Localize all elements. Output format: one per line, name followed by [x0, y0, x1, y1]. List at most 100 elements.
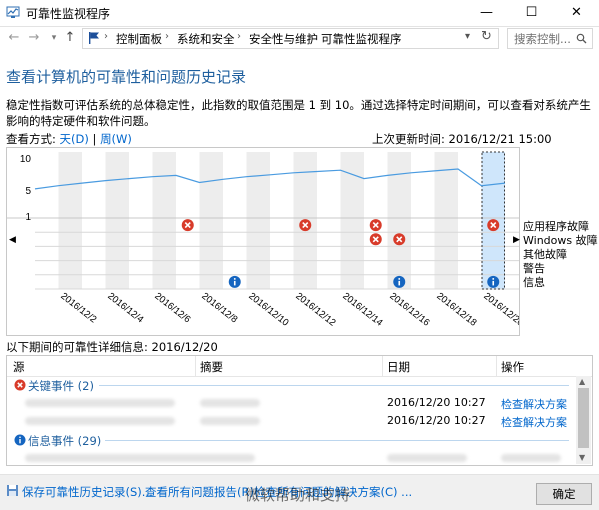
x-tick-label: 2016/12/4: [105, 291, 145, 326]
table-header: 源 摘要 日期 ^ 操作: [7, 356, 592, 377]
x-tick-label: 2016/12/2: [58, 291, 98, 326]
day-column: [199, 152, 223, 289]
x-tick-label: 2016/12/20: [481, 291, 519, 329]
day-column: [58, 152, 82, 289]
window-title: 可靠性监视程序: [26, 7, 111, 21]
breadcrumb-separator: ›: [309, 31, 313, 42]
vertical-scrollbar[interactable]: ▲ ▼: [576, 376, 591, 464]
sort-ascending-icon: ^: [435, 355, 443, 363]
details-header: 以下期间的可靠性详细信息: 2016/12/20: [6, 340, 218, 354]
up-arrow-icon[interactable]: ↑: [62, 29, 78, 47]
scroll-down-arrow-icon[interactable]: ▼: [579, 453, 585, 462]
day-column: [152, 152, 176, 289]
x-tick-label: 2016/12/14: [340, 291, 384, 329]
error-icon: [14, 379, 26, 391]
day-column: [129, 152, 153, 289]
column-summary[interactable]: 摘要: [200, 359, 223, 375]
check-solution-link[interactable]: 检查解决方案: [501, 414, 567, 430]
reliability-chart[interactable]: 10 5 1 2016/12/2 2016/12/4 2016/12/6 2016/12/8…: [6, 147, 526, 336]
info-event-icon-bar: [398, 280, 401, 286]
minimize-button[interactable]: —: [464, 0, 509, 26]
redacted-source: [25, 399, 175, 407]
row-date: 2016/12/20 10:27: [387, 396, 486, 409]
x-tick-label: 2016/12/12: [293, 291, 337, 329]
details-table: 源 摘要 日期 ^ 操作 关键事件 (2) 2016/12/20 10:27 检…: [6, 355, 593, 466]
maximize-button[interactable]: ☐: [509, 0, 554, 26]
redacted-source: [25, 454, 255, 462]
search-placeholder: 搜索控制...: [514, 32, 571, 46]
day-column: [223, 152, 247, 289]
scroll-left-arrow-icon[interactable]: ◀: [9, 235, 16, 245]
information-events-group[interactable]: 信息事件 (29): [28, 433, 101, 449]
scroll-up-arrow-icon[interactable]: ▲: [579, 377, 585, 386]
page-description: 稳定性指数可评估系统的总体稳定性，此指数的取值范围是 1 到 10。通过选择特定…: [6, 98, 591, 128]
day-column: [458, 152, 482, 289]
day-column: [434, 152, 458, 289]
title-bar: 可靠性监视程序 — ☐ ✕: [0, 0, 599, 27]
scroll-right-arrow-icon[interactable]: ▶: [513, 235, 520, 245]
reliability-monitor-icon: [6, 6, 20, 18]
watermark-text: 微软帮助和支持: [245, 486, 351, 504]
address-bar[interactable]: › 控制面板 › 系统和安全 › 安全性与维护 › 可靠性监视程序 ▾ ↻: [82, 28, 499, 49]
column-date[interactable]: 日期: [387, 359, 410, 375]
view-by-bar: 查看方式: 天(D) | 周(W): [6, 131, 132, 147]
reliability-chart-svg: 10 5 1 2016/12/2 2016/12/4 2016/12/6 2016/12/8…: [7, 151, 526, 329]
back-arrow-icon[interactable]: ←: [6, 29, 22, 47]
day-column: [82, 152, 106, 289]
day-column: [246, 152, 270, 289]
info-icon: [14, 434, 26, 446]
info-event-icon-dot: [492, 278, 495, 280]
recent-locations-chevron-icon[interactable]: ▾: [46, 29, 62, 47]
view-day-link[interactable]: 天(D): [60, 132, 89, 146]
row-date: 2016/12/20 10:27: [387, 414, 486, 427]
breadcrumb-system-security[interactable]: 系统和安全: [177, 31, 235, 47]
check-solution-link[interactable]: 检查解决方案: [501, 396, 567, 412]
view-separator: |: [92, 132, 97, 146]
close-button[interactable]: ✕: [554, 0, 599, 26]
breadcrumb-separator: ›: [104, 31, 108, 42]
page-title: 查看计算机的可靠性和问题历史记录: [6, 68, 247, 86]
x-tick-label: 2016/12/10: [246, 291, 290, 329]
redacted-date: [387, 454, 467, 462]
view-all-reports-link[interactable]: 查看所有问题报告(R): [145, 484, 254, 500]
view-week-link[interactable]: 周(W): [100, 132, 132, 146]
redacted-source: [25, 417, 175, 425]
row-label-windows-failures: Windows 故障: [523, 234, 598, 247]
x-tick-label: 2016/12/18: [434, 291, 478, 329]
last-updated: 上次更新时间: 2016/12/21 15:00: [372, 132, 552, 146]
column-divider: [496, 356, 497, 376]
address-dropdown-chevron-icon[interactable]: ▾: [465, 31, 470, 42]
refresh-icon[interactable]: ↻: [481, 29, 492, 44]
breadcrumb-reliability-monitor[interactable]: 可靠性监视程序: [321, 31, 402, 47]
column-divider: [382, 356, 383, 376]
info-event-icon-dot: [233, 278, 236, 280]
y-tick-label: 10: [20, 154, 32, 165]
save-history-link[interactable]: 保存可靠性历史记录(S)...: [22, 484, 153, 500]
column-action[interactable]: 操作: [501, 359, 524, 375]
chart-row-labels: 应用程序故障 Windows 故障 其他故障 警告 信息: [523, 220, 598, 290]
row-label-information: 信息: [523, 276, 545, 289]
group-divider: [105, 440, 569, 441]
x-tick-label: 2016/12/16: [387, 291, 431, 329]
column-source[interactable]: 源: [13, 359, 25, 375]
forward-arrow-icon[interactable]: →: [26, 29, 42, 47]
ok-button[interactable]: 确定: [536, 483, 592, 505]
search-input[interactable]: 搜索控制...: [507, 28, 593, 49]
y-tick-label: 1: [25, 212, 31, 223]
day-column: [35, 152, 59, 289]
day-column: [340, 152, 364, 289]
x-tick-label: 2016/12/6: [152, 291, 192, 326]
breadcrumb-control-panel[interactable]: 控制面板: [116, 31, 162, 47]
redacted-action: [501, 454, 561, 462]
row-label-app-failures: 应用程序故障: [523, 220, 589, 233]
day-column: [387, 152, 411, 289]
view-by-label: 查看方式:: [6, 132, 56, 146]
column-divider: [195, 356, 196, 376]
group-divider: [99, 385, 569, 386]
info-event-icon-dot: [398, 278, 401, 280]
scrollbar-thumb[interactable]: [578, 388, 589, 448]
day-column: [317, 152, 341, 289]
breadcrumb-security-maintenance[interactable]: 安全性与维护: [249, 31, 318, 47]
critical-events-group[interactable]: 关键事件 (2): [28, 378, 94, 394]
redacted-summary: [200, 417, 260, 425]
